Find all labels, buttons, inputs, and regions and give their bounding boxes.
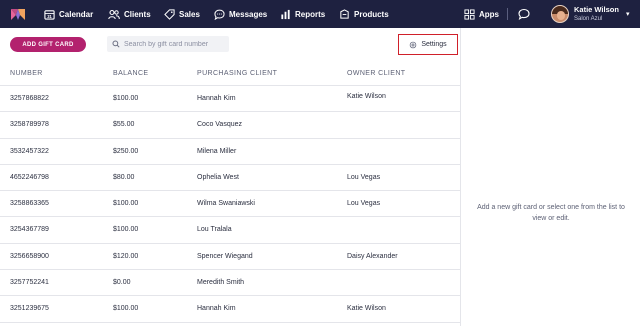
cell-purchasing-client: Milena Miller <box>197 147 237 155</box>
grid-icon <box>464 8 475 20</box>
nav-calendar-label: Calendar <box>59 9 94 19</box>
table-row[interactable]: 3258863365 $100.00 Wilma Swaniawski Lou … <box>0 191 460 218</box>
bar-chart-icon <box>281 9 290 19</box>
cell-purchasing-client: Lou Tralala <box>197 226 232 234</box>
svg-text:31: 31 <box>47 14 52 19</box>
nav-apps[interactable]: Apps <box>464 0 499 28</box>
search-box[interactable] <box>107 36 229 52</box>
cell-owner-client: Lou Vegas <box>347 173 381 181</box>
cell-number: 3258863365 <box>10 200 49 208</box>
table-row[interactable]: 4652246798 $80.00 Ophelia West Lou Vegas <box>0 165 460 192</box>
cell-balance: $100.00 <box>113 95 139 102</box>
cell-number: 3256658900 <box>10 252 49 260</box>
search-icon <box>112 40 120 48</box>
cell-purchasing-client: Meredith Smith <box>197 279 245 287</box>
cell-owner-client: Lou Vegas <box>347 200 381 208</box>
cell-purchasing-client: Hannah Kim <box>197 95 236 102</box>
cell-number: 3258789978 <box>10 121 49 129</box>
user-name: Katie Wilson <box>574 5 619 15</box>
nav-reports[interactable]: Reports <box>280 0 325 28</box>
detail-empty-message: Add a new gift card or select one from t… <box>477 204 625 222</box>
search-input[interactable] <box>124 40 229 48</box>
nav-products[interactable]: Products <box>339 0 389 28</box>
nav-clients[interactable]: Clients <box>108 0 151 28</box>
cell-purchasing-client: Hannah Kim <box>197 305 236 313</box>
add-gift-card-button[interactable]: ADD GIFT CARD <box>10 37 86 52</box>
table-row[interactable]: 3532457322 $250.00 Milena Miller <box>0 139 460 165</box>
chevron-down-icon: ▾ <box>625 11 630 18</box>
table-row[interactable]: 3251239675 $100.00 Hannah Kim Katie Wils… <box>0 296 460 323</box>
chat-icon <box>214 9 225 20</box>
nav-reports-label: Reports <box>295 9 326 19</box>
box-icon <box>340 8 349 19</box>
nav-calendar[interactable]: 31 Calendar <box>44 0 93 28</box>
user-salon: Salon Azul <box>574 15 603 22</box>
cell-purchasing-client: Wilma Swaniawski <box>197 200 255 208</box>
cell-balance: $120.00 <box>113 252 139 260</box>
avatar <box>551 5 569 23</box>
cell-balance: $250.00 <box>113 147 139 155</box>
chat-button[interactable] <box>518 0 530 28</box>
cell-owner-client: Daisy Alexander <box>347 252 398 260</box>
cell-purchasing-client: Coco Vasquez <box>197 121 243 129</box>
table-row[interactable]: 3257868822 $100.00 Hannah Kim Katie Wils… <box>0 86 460 113</box>
cell-purchasing-client: Ophelia West <box>197 173 239 181</box>
table-row[interactable]: 3257752241 $0.00 Meredith Smith <box>0 270 460 297</box>
table-row[interactable]: 3258789978 $55.00 Coco Vasquez <box>0 112 460 139</box>
speech-bubble-icon <box>518 8 530 20</box>
settings-button[interactable]: Settings <box>398 34 458 55</box>
cell-balance: $55.00 <box>113 121 135 129</box>
cell-balance: $0.00 <box>113 279 131 287</box>
table-header: NUMBER BALANCE PURCHASING CLIENT OWNER C… <box>0 60 460 86</box>
cell-number: 3254367789 <box>10 226 49 234</box>
cell-balance: $80.00 <box>113 173 135 181</box>
cell-balance: $100.00 <box>113 305 139 313</box>
settings-label: Settings <box>421 41 447 48</box>
gift-card-table: NUMBER BALANCE PURCHASING CLIENT OWNER C… <box>0 60 460 323</box>
app-logo-icon[interactable] <box>10 6 26 22</box>
calendar-icon: 31 <box>44 9 55 20</box>
cell-number: 4652246798 <box>10 173 49 181</box>
panel-divider <box>460 28 461 326</box>
cell-owner-client: Katie Wilson <box>347 93 386 100</box>
column-header-balance[interactable]: BALANCE <box>113 70 148 77</box>
nav-messages[interactable]: Messages <box>214 0 267 28</box>
nav-clients-label: Clients <box>124 9 151 19</box>
nav-sales[interactable]: Sales <box>164 0 200 28</box>
nav-divider <box>507 8 508 20</box>
table-row[interactable]: 3254367789 $100.00 Lou Tralala <box>0 217 460 244</box>
cell-owner-client: Katie Wilson <box>347 305 386 313</box>
users-icon <box>108 9 120 19</box>
column-header-number[interactable]: NUMBER <box>10 70 43 77</box>
nav-products-label: Products <box>354 9 389 19</box>
gear-icon <box>410 41 417 48</box>
cell-number: 3251239675 <box>10 305 49 313</box>
cell-number: 3257868822 <box>10 95 49 102</box>
table-row[interactable]: 3256658900 $120.00 Spencer Wiegand Daisy… <box>0 244 460 271</box>
column-header-owner-client[interactable]: OWNER CLIENT <box>347 70 405 77</box>
column-header-purchasing-client[interactable]: PURCHASING CLIENT <box>197 70 277 77</box>
user-menu[interactable]: Katie Wilson Salon Azul ▾ <box>551 3 629 25</box>
nav-sales-label: Sales <box>179 9 200 19</box>
cell-balance: $100.00 <box>113 226 139 234</box>
top-navigation-bar: 31 Calendar Clients Sales Messages Repor… <box>0 0 640 28</box>
nav-messages-label: Messages <box>229 9 268 19</box>
cell-purchasing-client: Spencer Wiegand <box>197 252 253 260</box>
cell-balance: $100.00 <box>113 200 139 208</box>
nav-apps-label: Apps <box>479 9 499 19</box>
tag-icon <box>164 8 175 20</box>
cell-number: 3532457322 <box>10 147 49 155</box>
cell-number: 3257752241 <box>10 279 49 287</box>
